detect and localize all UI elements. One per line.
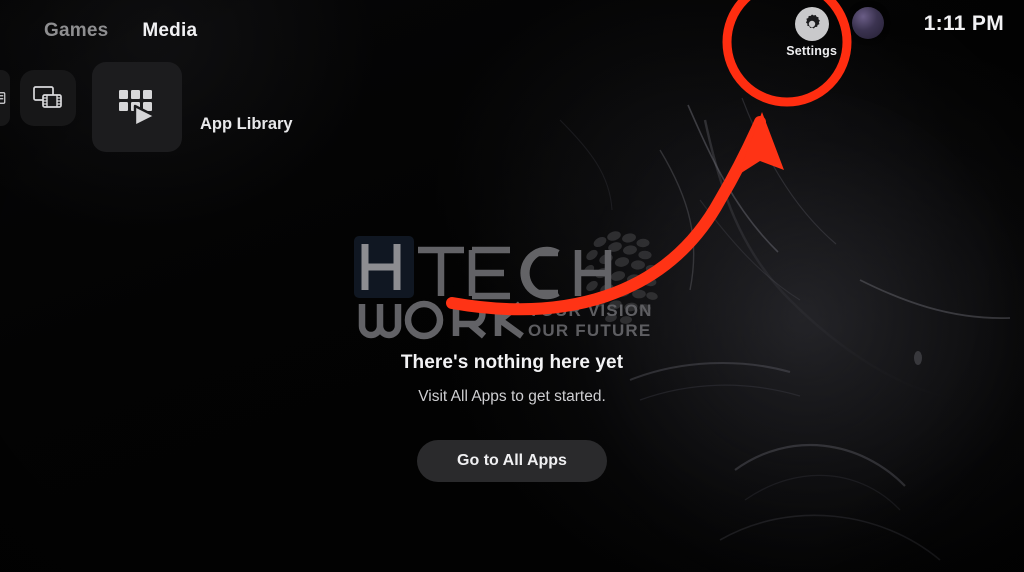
tile-partial[interactable]: [0, 70, 10, 126]
empty-state-title: There's nothing here yet: [400, 352, 624, 373]
app-library-screen: YOUR VISION OUR FUTURE Games Media Setti…: [0, 0, 1024, 572]
annotation-arrow-head: [738, 112, 784, 175]
gear-icon: [794, 6, 829, 41]
tab-games[interactable]: Games: [44, 20, 108, 42]
settings-button[interactable]: Settings: [766, 6, 858, 58]
nav-tab-list: Games Media: [44, 20, 197, 42]
tile-media[interactable]: [20, 70, 76, 126]
go-to-all-apps-button[interactable]: Go to All Apps: [417, 440, 607, 482]
clock: 1:11 PM: [923, 12, 1004, 35]
svg-text:YOUR VISION: YOUR VISION: [528, 301, 653, 320]
tile-app-library-label: App Library: [200, 115, 293, 133]
tile-row: App Library: [0, 62, 293, 152]
top-navigation-bar: Games Media Settings 1:11 PM: [0, 0, 1024, 62]
watermark-hitech-work: YOUR VISION OUR FUTURE: [354, 231, 659, 340]
svg-text:OUR FUTURE: OUR FUTURE: [528, 321, 651, 340]
header-right-cluster: Settings 1:11 PM: [766, 0, 1024, 62]
tab-media[interactable]: Media: [142, 20, 197, 42]
tile-app-library[interactable]: [92, 62, 182, 152]
settings-label: Settings: [786, 43, 838, 58]
app-library-grid-play-icon: [119, 90, 157, 128]
annotation-arrow-shaft: [446, 116, 766, 316]
empty-state-subtitle: Visit All Apps to get started.: [418, 388, 606, 405]
empty-state: There's nothing here yet Visit All Apps …: [0, 352, 1024, 482]
media-screen-icon: [33, 86, 62, 108]
